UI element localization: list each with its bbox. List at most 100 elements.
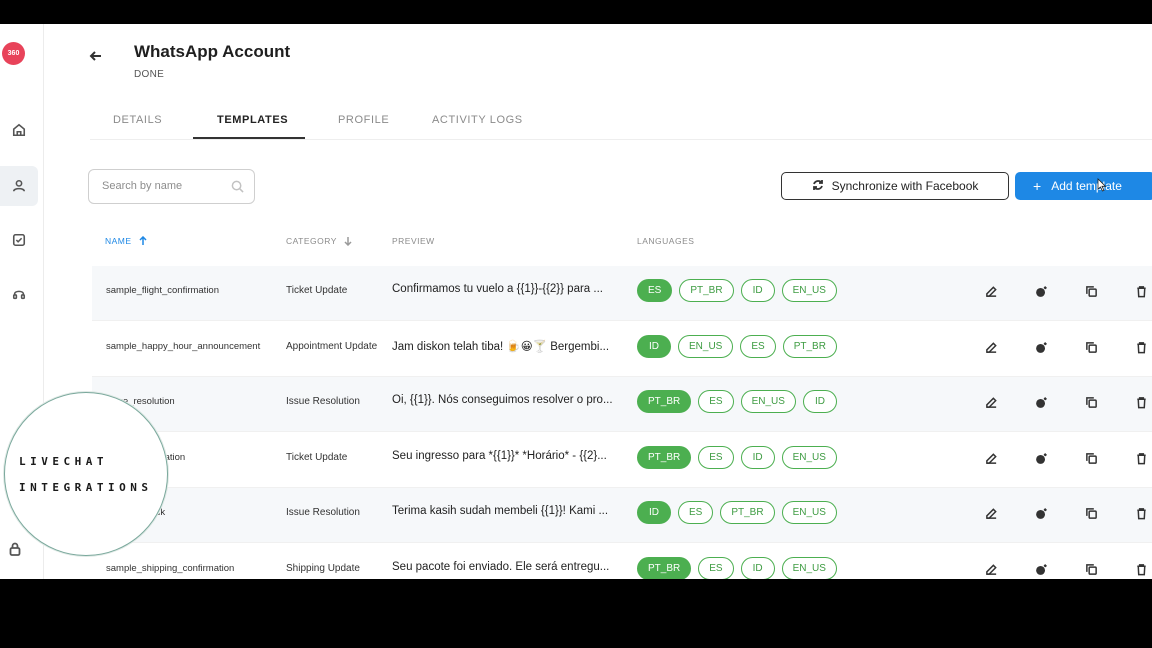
language-pill[interactable]: ES bbox=[740, 334, 776, 358]
sort-ascending-icon bbox=[139, 236, 147, 245]
table-row[interactable]: ticket_confirmationTicket UpdateSeu ingr… bbox=[92, 433, 1152, 488]
test-message-icon[interactable] bbox=[1035, 563, 1048, 576]
edit-icon[interactable] bbox=[985, 452, 998, 465]
language-pill[interactable]: PT_BR bbox=[637, 390, 692, 413]
add-template-label: Add template bbox=[1051, 179, 1122, 193]
add-template-button[interactable]: + Add template bbox=[1015, 172, 1152, 200]
account-status: DONE bbox=[134, 69, 165, 80]
search-input[interactable] bbox=[102, 180, 227, 192]
test-message-icon[interactable] bbox=[1035, 285, 1048, 298]
edit-icon[interactable] bbox=[985, 507, 998, 520]
back-arrow-icon[interactable] bbox=[88, 48, 104, 64]
test-message-icon[interactable] bbox=[1035, 341, 1048, 354]
language-list: PT_BR ES ID EN_US bbox=[637, 445, 837, 469]
trash-icon[interactable] bbox=[1135, 396, 1148, 409]
lock-icon[interactable] bbox=[8, 542, 22, 556]
trash-icon[interactable] bbox=[1135, 341, 1148, 354]
copy-icon[interactable] bbox=[1085, 396, 1098, 409]
letterbox-top bbox=[0, 0, 1152, 24]
language-pill[interactable]: ID bbox=[740, 445, 775, 469]
trash-icon[interactable] bbox=[1135, 563, 1148, 576]
template-preview: Seu ingresso para *{{1}}* *Horário* - {{… bbox=[392, 449, 607, 462]
language-pill[interactable]: ID bbox=[637, 334, 671, 358]
edit-icon[interactable] bbox=[985, 563, 998, 576]
tab-activity-logs[interactable]: ACTIVITY LOGS bbox=[432, 114, 523, 126]
language-pill[interactable]: PT_BR bbox=[637, 556, 692, 579]
copy-icon[interactable] bbox=[1085, 452, 1098, 465]
app-window: 360 WhatsApp Account DONE DETAILS TEMPLA… bbox=[0, 24, 1152, 579]
column-header-preview: PREVIEW bbox=[392, 236, 435, 246]
table-row[interactable]: sample_flight_confirmation Ticket Update C… bbox=[92, 266, 1152, 321]
language-pill[interactable]: ES bbox=[698, 390, 734, 413]
template-category: Appointment Update bbox=[286, 340, 378, 352]
home-icon[interactable] bbox=[0, 110, 38, 150]
table-row[interactable]: ase_feedbackIssue ResolutionTerima kasih… bbox=[92, 488, 1152, 543]
language-pill[interactable]: PT_BR bbox=[637, 445, 692, 469]
tab-templates[interactable]: TEMPLATES bbox=[217, 114, 288, 126]
brand-logo[interactable]: 360 bbox=[2, 42, 25, 65]
language-pill[interactable]: EN_US bbox=[678, 334, 734, 358]
language-pill[interactable]: ES bbox=[637, 279, 673, 302]
language-pill[interactable]: EN_US bbox=[740, 390, 796, 413]
language-pill[interactable]: ES bbox=[698, 445, 734, 469]
language-pill[interactable]: ES bbox=[698, 556, 734, 579]
template-category: Issue Resolution bbox=[286, 396, 360, 407]
synchronize-facebook-label: Synchronize with Facebook bbox=[831, 179, 979, 193]
language-pill[interactable]: ES bbox=[678, 501, 714, 524]
language-pill[interactable]: EN_US bbox=[781, 556, 837, 579]
trash-icon[interactable] bbox=[1135, 507, 1148, 520]
language-list: ES PT_BR ID EN_US bbox=[637, 279, 837, 302]
language-pill[interactable]: EN_US bbox=[781, 501, 837, 524]
language-pill[interactable]: PT_BR bbox=[720, 501, 775, 524]
table-row[interactable]: sample_happy_hour_announcement Appointmen… bbox=[92, 322, 1152, 377]
column-header-name-label: NAME bbox=[105, 236, 132, 246]
trash-icon[interactable] bbox=[1135, 285, 1148, 298]
edit-icon[interactable] bbox=[985, 396, 998, 409]
tab-details[interactable]: DETAILS bbox=[113, 114, 162, 126]
language-pill[interactable]: EN_US bbox=[781, 445, 837, 469]
language-pill[interactable]: ID bbox=[802, 390, 837, 413]
copy-icon[interactable] bbox=[1085, 285, 1098, 298]
inbox-icon[interactable] bbox=[0, 220, 38, 260]
headset-icon[interactable] bbox=[0, 274, 38, 314]
template-category: Ticket Update bbox=[286, 451, 348, 463]
copy-icon[interactable] bbox=[1085, 563, 1098, 576]
language-list: ID ES PT_BR EN_US bbox=[637, 501, 837, 524]
table-row[interactable]: sample_shipping_confirmation Shipping Upd… bbox=[92, 544, 1152, 579]
column-header-category[interactable]: CATEGORY bbox=[286, 236, 353, 246]
template-name: sample_happy_hour_announcement bbox=[106, 340, 261, 352]
column-header-languages: LANGUAGES bbox=[637, 236, 695, 246]
edit-icon[interactable] bbox=[985, 285, 998, 298]
table-row[interactable]: issue_resolution Issue Resolution Oi, {{1}… bbox=[92, 377, 1152, 432]
synchronize-facebook-button[interactable]: Synchronize with Facebook bbox=[781, 172, 1009, 200]
copy-icon[interactable] bbox=[1085, 341, 1098, 354]
trash-icon[interactable] bbox=[1135, 452, 1148, 465]
letterbox-bottom bbox=[0, 579, 1152, 648]
template-preview: Seu pacote foi enviado. Ele será entregu… bbox=[392, 560, 610, 573]
template-preview: Terima kasih sudah membeli {{1}}! Kami .… bbox=[392, 505, 609, 517]
column-header-name[interactable]: NAME bbox=[105, 236, 148, 246]
test-message-icon[interactable] bbox=[1035, 507, 1048, 520]
tab-profile[interactable]: PROFILE bbox=[338, 114, 389, 126]
language-pill[interactable]: ID bbox=[637, 501, 671, 524]
search-icon[interactable] bbox=[231, 180, 244, 193]
language-pill[interactable]: PT_BR bbox=[782, 334, 837, 358]
language-pill[interactable]: ID bbox=[740, 279, 775, 302]
test-message-icon[interactable] bbox=[1035, 396, 1048, 409]
sort-descending-icon bbox=[344, 237, 352, 246]
template-category: Issue Resolution bbox=[286, 507, 360, 518]
language-pill[interactable]: ID bbox=[740, 556, 775, 579]
language-pill[interactable]: PT_BR bbox=[679, 279, 734, 302]
template-name: issue_resolution bbox=[106, 396, 175, 407]
edit-icon[interactable] bbox=[985, 341, 998, 354]
page-title: WhatsApp Account bbox=[134, 42, 291, 61]
copy-icon[interactable] bbox=[1085, 507, 1098, 520]
test-message-icon[interactable] bbox=[1035, 452, 1048, 465]
template-category: Ticket Update bbox=[286, 285, 348, 296]
language-pill[interactable]: EN_US bbox=[781, 279, 837, 302]
language-list: PT_BR ES ID EN_US bbox=[637, 556, 837, 579]
language-list: ID EN_US ES PT_BR bbox=[637, 334, 837, 358]
user-icon[interactable] bbox=[0, 166, 38, 206]
template-preview: Confirmamos tu vuelo a {{1}}-{{2}} para … bbox=[392, 283, 603, 295]
template-preview: Jam diskon telah tiba! 🍺😀🍸 Bergembi... bbox=[392, 340, 610, 353]
